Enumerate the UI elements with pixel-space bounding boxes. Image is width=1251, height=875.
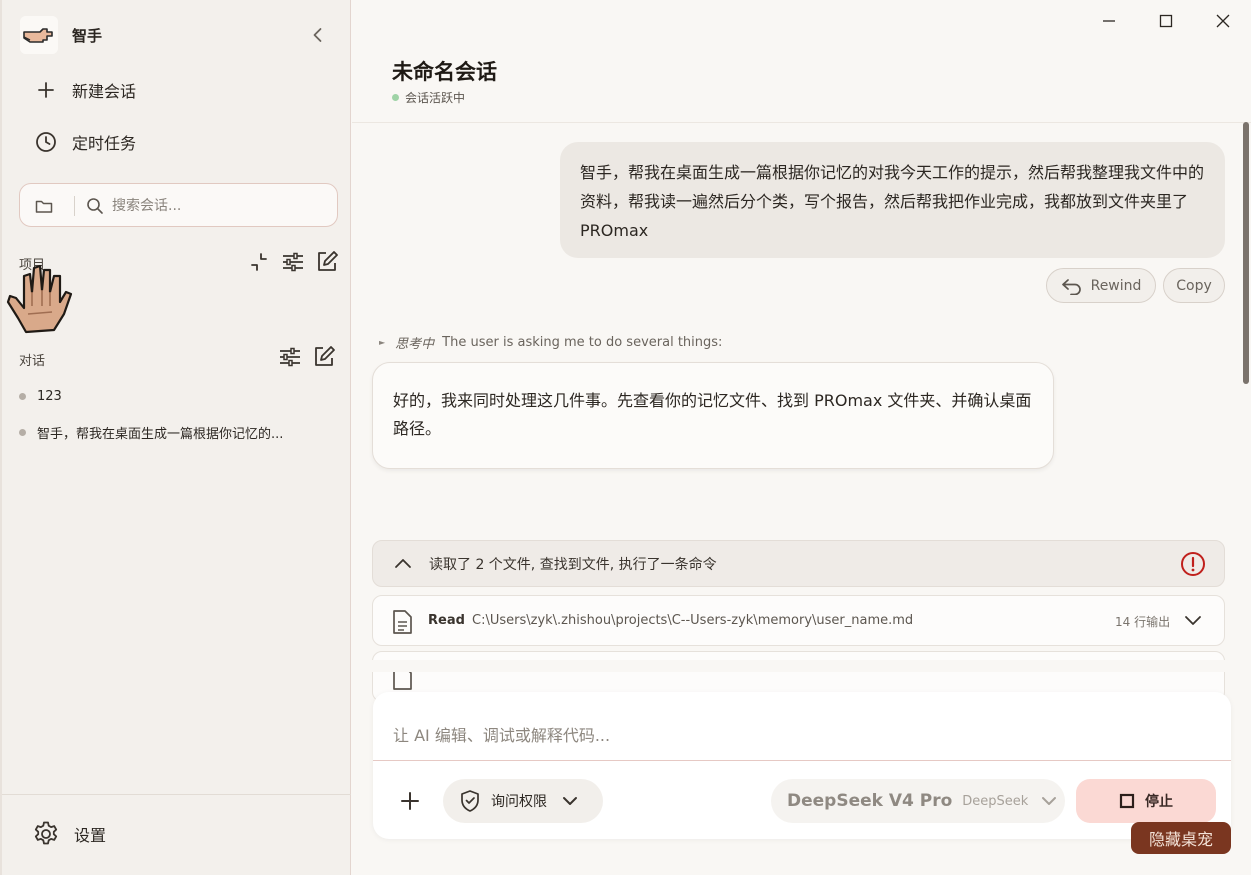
- app-logo: [20, 16, 58, 54]
- folder-icon[interactable]: [34, 196, 54, 216]
- conversation-dot: [19, 428, 26, 436]
- conversation-title: 智手，帮我在桌面生成一篇根据你记忆的...: [37, 426, 284, 442]
- chevron-down-icon: [1040, 793, 1058, 809]
- main-panel: 未命名会话 会话活跃中 智手，帮我在桌面生成一篇根据你记忆的对我今天工作的提示，…: [352, 0, 1251, 875]
- scheduled-tasks-label: 定时任务: [72, 134, 137, 153]
- header-divider: [352, 122, 1251, 123]
- stop-button[interactable]: 停止: [1076, 779, 1216, 823]
- stop-icon: [1119, 793, 1135, 809]
- prompt-input[interactable]: [393, 722, 1193, 748]
- collapse-icon: [251, 253, 267, 271]
- conversation-dot: [19, 392, 26, 400]
- settings-button[interactable]: 设置: [32, 820, 106, 848]
- chevron-down-icon: [561, 793, 579, 809]
- app-name: 智手: [72, 27, 103, 45]
- triangle-right-icon: ►: [379, 338, 386, 347]
- scheduled-tasks-button[interactable]: 定时任务: [32, 128, 322, 156]
- sidebar-footer-divider: [2, 794, 351, 795]
- thinking-text: The user is asking me to do several thin…: [442, 335, 723, 350]
- tool-name: Read: [428, 613, 465, 628]
- user-message: 智手，帮我在桌面生成一篇根据你记忆的对我今天工作的提示，然后帮我整理我文件中的资…: [560, 142, 1225, 258]
- minimize-button[interactable]: [1098, 10, 1120, 32]
- search-box: [19, 183, 338, 227]
- rewind-icon: [1061, 278, 1081, 295]
- collapse-sidebar-button[interactable]: [308, 25, 328, 45]
- scrollbar-thumb[interactable]: [1243, 122, 1249, 384]
- tool-summary-toggle[interactable]: 读取了 2 个文件, 查找到文件, 执行了一条命令: [372, 540, 1225, 587]
- maximize-icon: [1159, 14, 1173, 28]
- tool-path: C:\Users\zyk\.zhishou\projects\C--Users-…: [472, 613, 914, 628]
- file-icon: [391, 609, 413, 635]
- new-project-button[interactable]: [314, 249, 340, 275]
- status-dot: [392, 94, 399, 101]
- new-chat-label: 新建会话: [72, 82, 137, 101]
- sliders-icon: [280, 347, 300, 367]
- projects-filter-button[interactable]: [280, 249, 306, 275]
- sidebar: 智手 新建会话 定时任务 项目: [0, 0, 351, 875]
- tool-output-count: 14 行输出: [1115, 615, 1171, 629]
- model-provider: DeepSeek: [962, 793, 1029, 809]
- status-indicator: 会话活跃中: [392, 89, 465, 106]
- scroll-fade: [352, 660, 1251, 672]
- shield-icon: [459, 789, 481, 813]
- conversations-tools: [277, 344, 337, 370]
- page-title: 未命名会话: [392, 60, 497, 84]
- edit-icon: [315, 346, 335, 366]
- clock-icon: [32, 128, 60, 156]
- close-icon: [1216, 14, 1230, 28]
- model-selector[interactable]: DeepSeek V4 Pro DeepSeek: [771, 779, 1065, 823]
- sliders-icon: [283, 252, 303, 272]
- composer: 询问权限 DeepSeek V4 Pro DeepSeek 停止: [373, 692, 1231, 839]
- gear-icon: [32, 820, 60, 848]
- error-icon: [1180, 551, 1206, 577]
- chevron-up-icon: [393, 555, 413, 573]
- conversation-title: 123: [37, 388, 62, 404]
- plus-icon: [401, 792, 419, 810]
- chevron-left-icon: [313, 28, 322, 42]
- conversation-item[interactable]: 123: [19, 386, 329, 406]
- maximize-button[interactable]: [1155, 10, 1177, 32]
- conversation-item[interactable]: 智手，帮我在桌面生成一篇根据你记忆的...: [19, 422, 329, 442]
- close-button[interactable]: [1212, 10, 1234, 32]
- conversations-filter-button[interactable]: [277, 344, 303, 370]
- conversations-section-label: 对话: [19, 354, 46, 369]
- permission-selector[interactable]: 询问权限: [443, 779, 603, 823]
- projects-section-label: 项目: [19, 258, 46, 273]
- minimize-icon: [1103, 20, 1115, 22]
- plus-icon: [32, 76, 60, 104]
- stop-label: 停止: [1145, 794, 1173, 810]
- permission-label: 询问权限: [491, 794, 547, 810]
- assistant-message: 好的，我来同时处理这几件事。先查看你的记忆文件、找到 PROmax 文件夹、并确…: [372, 362, 1054, 469]
- copy-button[interactable]: Copy: [1163, 268, 1225, 303]
- edit-icon: [318, 251, 338, 271]
- settings-label: 设置: [74, 826, 107, 845]
- collapse-all-button[interactable]: [246, 249, 272, 275]
- new-conversation-button[interactable]: [311, 344, 337, 370]
- tool-summary-text: 读取了 2 个文件, 查找到文件, 执行了一条命令: [429, 557, 717, 573]
- search-divider: [74, 196, 75, 216]
- projects-tools: [246, 249, 340, 275]
- search-icon: [86, 197, 104, 215]
- rewind-button[interactable]: Rewind: [1046, 268, 1156, 303]
- new-chat-button[interactable]: 新建会话: [32, 76, 322, 104]
- attach-button[interactable]: [399, 790, 421, 812]
- chevron-down-icon[interactable]: [1183, 612, 1203, 630]
- search-input[interactable]: [112, 193, 327, 219]
- thinking-label: 思考中: [395, 337, 435, 352]
- sidebar-header: 智手: [20, 16, 340, 54]
- status-text: 会话活跃中: [405, 91, 466, 105]
- composer-divider: [373, 760, 1231, 761]
- tool-call-row: Read C:\Users\zyk\.zhishou\projects\C--U…: [372, 595, 1225, 646]
- rewind-label: Rewind: [1090, 277, 1142, 294]
- copy-label: Copy: [1176, 277, 1212, 294]
- thinking-toggle[interactable]: ► 思考中 The user is asking me to do severa…: [379, 333, 722, 352]
- hide-pet-button[interactable]: 隐藏桌宠: [1131, 822, 1231, 854]
- model-name: DeepSeek V4 Pro: [787, 791, 953, 811]
